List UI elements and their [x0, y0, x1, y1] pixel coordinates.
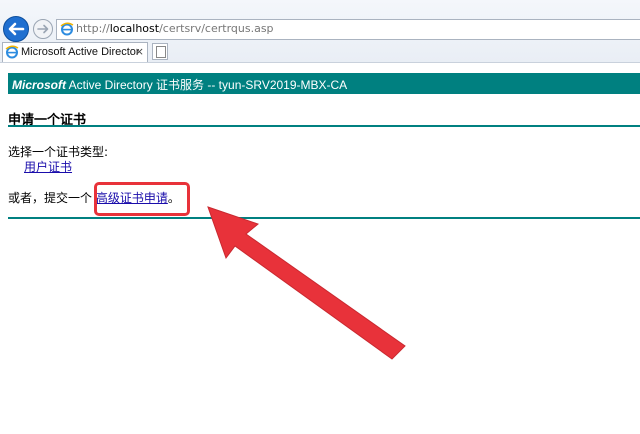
annotation-arrow [207, 206, 406, 360]
